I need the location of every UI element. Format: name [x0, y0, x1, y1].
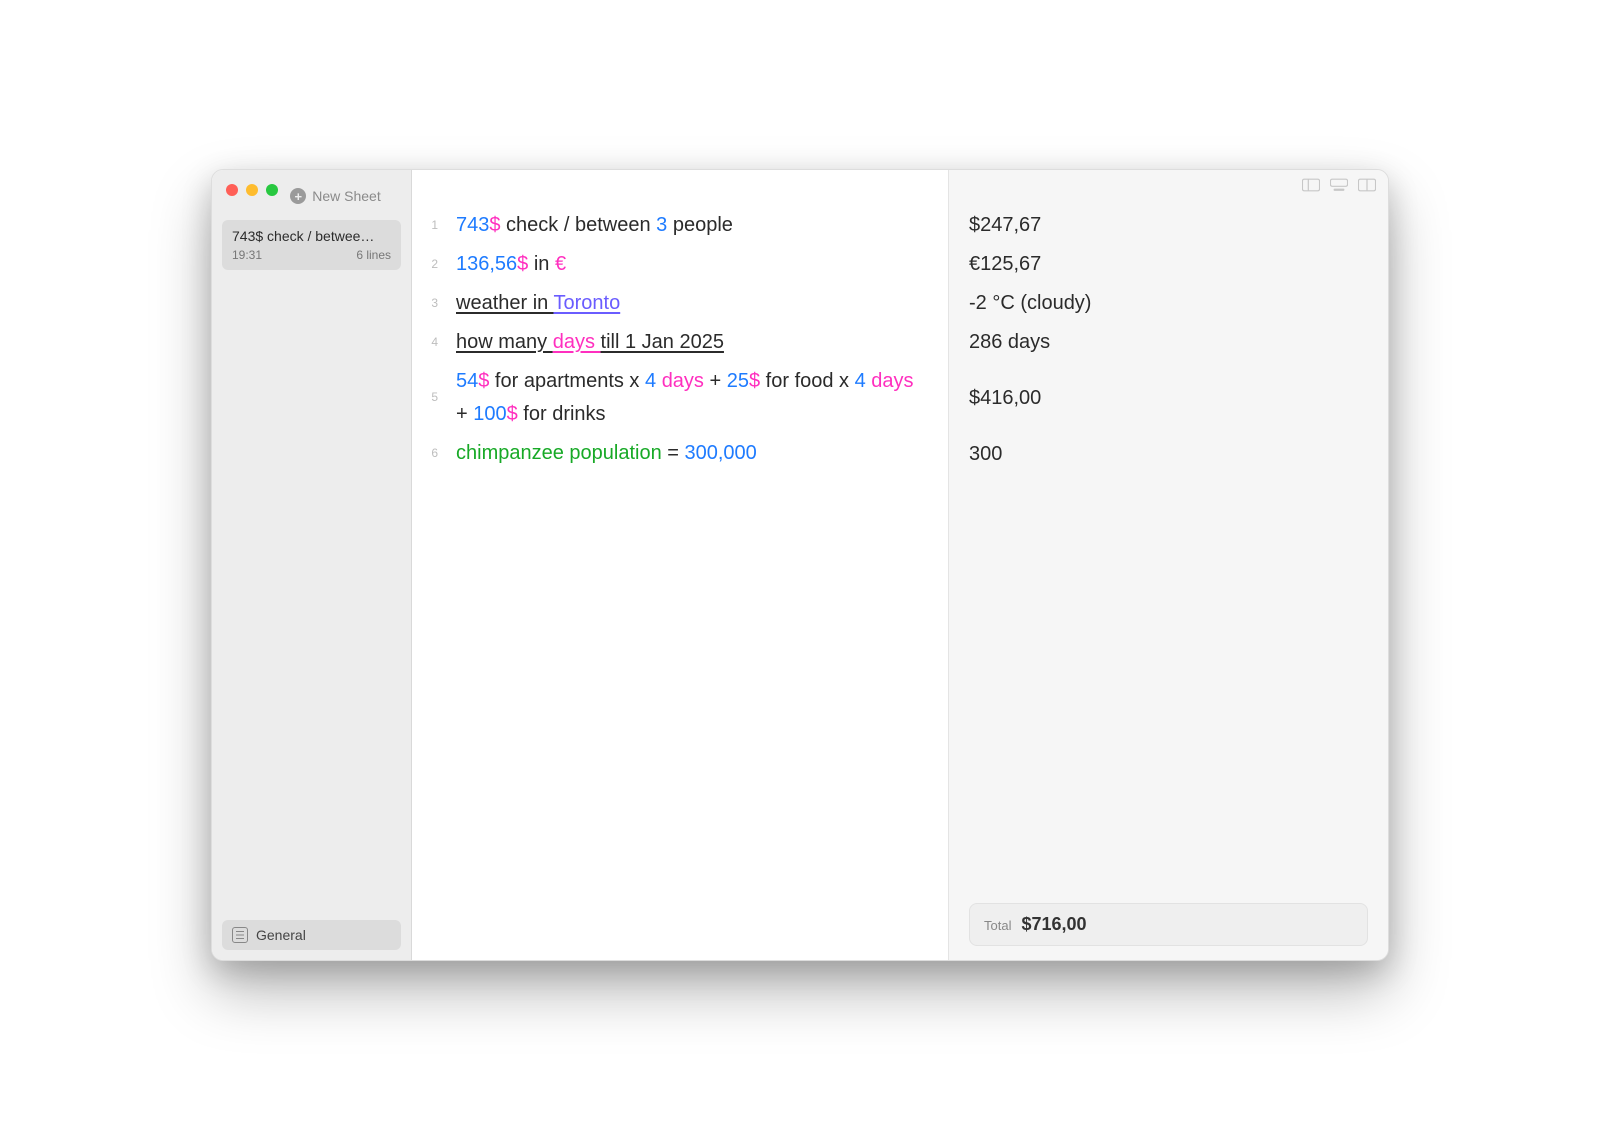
token: for apartments x [489, 370, 645, 392]
line-number: 4 [412, 333, 456, 353]
line-number: 5 [412, 388, 456, 408]
token: for food x [760, 370, 855, 392]
editor-line[interactable]: 3weather in Toronto [412, 284, 924, 323]
token: 3 [656, 214, 667, 236]
token: 4 [645, 370, 656, 392]
token: Toronto [553, 292, 620, 314]
sheet-item[interactable]: 743$ check / betwee… 19:31 6 lines [222, 220, 401, 270]
token: how many [456, 331, 553, 353]
token: check / between [501, 214, 657, 236]
compact-icon[interactable] [1330, 178, 1348, 192]
line-number: 6 [412, 444, 456, 464]
token: + [704, 370, 727, 392]
token: $ [478, 370, 489, 392]
editor-line[interactable]: 4how many days till 1 Jan 2025 [412, 323, 924, 362]
expression[interactable]: 54$ for apartments x 4 days + 25$ for fo… [456, 365, 924, 431]
result-value[interactable]: -2 °C (cloudy) [969, 284, 1368, 323]
general-label: General [256, 927, 306, 943]
token: $ [489, 214, 500, 236]
expression[interactable]: 743$ check / between 3 people [456, 209, 924, 242]
token: 25 [727, 370, 749, 392]
token: days [662, 370, 704, 392]
token: 4 [855, 370, 866, 392]
token: + [456, 403, 473, 425]
minimize-icon[interactable] [246, 184, 258, 196]
general-button[interactable]: General [222, 920, 401, 950]
total-value: $716,00 [1021, 914, 1086, 935]
new-sheet-label: New Sheet [312, 188, 380, 204]
token: $ [507, 403, 518, 425]
token: 743 [456, 214, 489, 236]
editor-pane[interactable]: 1743$ check / between 3 people2136,56$ i… [412, 170, 948, 960]
results-pane: $247,67€125,67-2 °C (cloudy)286 days$416… [948, 170, 1388, 960]
line-number: 2 [412, 255, 456, 275]
editor-line[interactable]: 1743$ check / between 3 people [412, 206, 924, 245]
token: 300,000 [685, 442, 757, 464]
token: $ [749, 370, 760, 392]
panel-icon[interactable] [1302, 178, 1320, 192]
view-toolbar [1302, 178, 1376, 192]
sheet-title: 743$ check / betwee… [232, 228, 391, 244]
expression[interactable]: chimpanzee population = 300,000 [456, 437, 924, 470]
new-sheet-button[interactable]: + New Sheet [270, 188, 401, 214]
sheet-time: 19:31 [232, 248, 262, 262]
token: 54 [456, 370, 478, 392]
list-icon [232, 927, 248, 943]
expression[interactable]: 136,56$ in € [456, 248, 924, 281]
expression[interactable]: weather in Toronto [456, 287, 924, 320]
token: days [553, 331, 601, 353]
total-box[interactable]: Total $716,00 [969, 903, 1368, 946]
token: 136,56 [456, 253, 517, 275]
plus-circle-icon: + [290, 188, 306, 204]
token: € [555, 253, 566, 275]
editor-line[interactable]: 554$ for apartments x 4 days + 25$ for f… [412, 362, 924, 434]
result-value[interactable]: 300 [969, 435, 1368, 474]
result-value[interactable]: 286 days [969, 323, 1368, 362]
total-label: Total [984, 918, 1011, 933]
token: $ [517, 253, 528, 275]
token: people [667, 214, 733, 236]
editor-line[interactable]: 6chimpanzee population = 300,000 [412, 434, 924, 473]
result-value[interactable]: $247,67 [969, 206, 1368, 245]
editor-line[interactable]: 2136,56$ in € [412, 245, 924, 284]
line-number: 1 [412, 216, 456, 236]
token: weather in [456, 292, 553, 314]
sheet-lines: 6 lines [356, 248, 391, 262]
result-value[interactable]: $416,00 [969, 362, 1368, 435]
token: till 1 Jan 2025 [601, 331, 724, 353]
result-value[interactable]: €125,67 [969, 245, 1368, 284]
token: 100 [473, 403, 506, 425]
token: for drinks [518, 403, 606, 425]
sidebar: + New Sheet 743$ check / betwee… 19:31 6… [212, 170, 412, 960]
token: in [528, 253, 555, 275]
token: days [871, 370, 913, 392]
line-number: 3 [412, 294, 456, 314]
app-window: + New Sheet 743$ check / betwee… 19:31 6… [211, 169, 1389, 961]
expression[interactable]: how many days till 1 Jan 2025 [456, 326, 924, 359]
close-icon[interactable] [226, 184, 238, 196]
token: = [662, 442, 685, 464]
token: chimpanzee population [456, 442, 662, 464]
book-icon[interactable] [1358, 178, 1376, 192]
